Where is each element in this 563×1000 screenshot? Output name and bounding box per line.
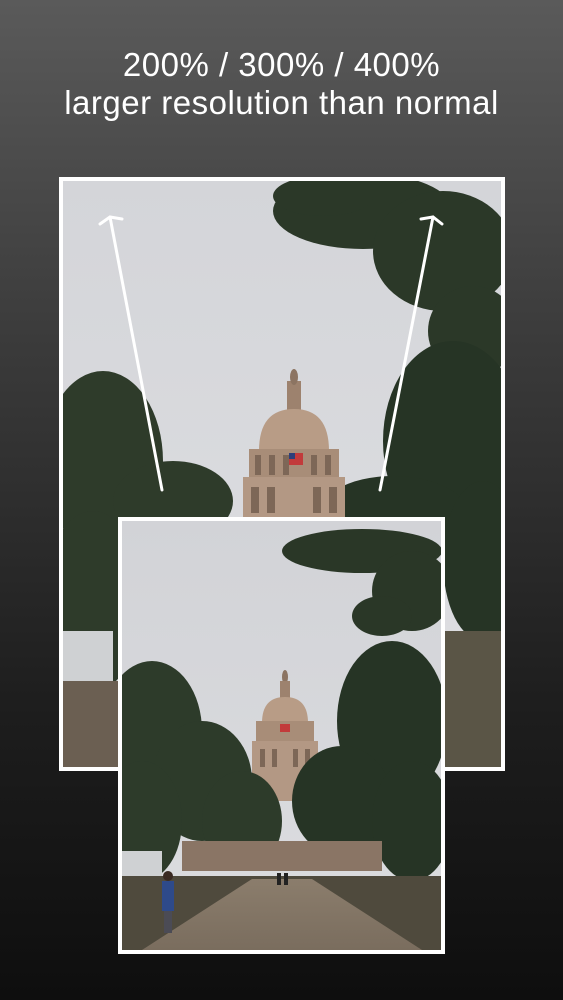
original-photo [118,517,445,954]
headline: 200% / 300% / 400% larger resolution tha… [0,46,563,122]
original-photo-image [122,521,441,950]
headline-line-1: 200% / 300% / 400% [122,46,441,83]
headline-line-2: larger resolution than normal [64,84,499,121]
